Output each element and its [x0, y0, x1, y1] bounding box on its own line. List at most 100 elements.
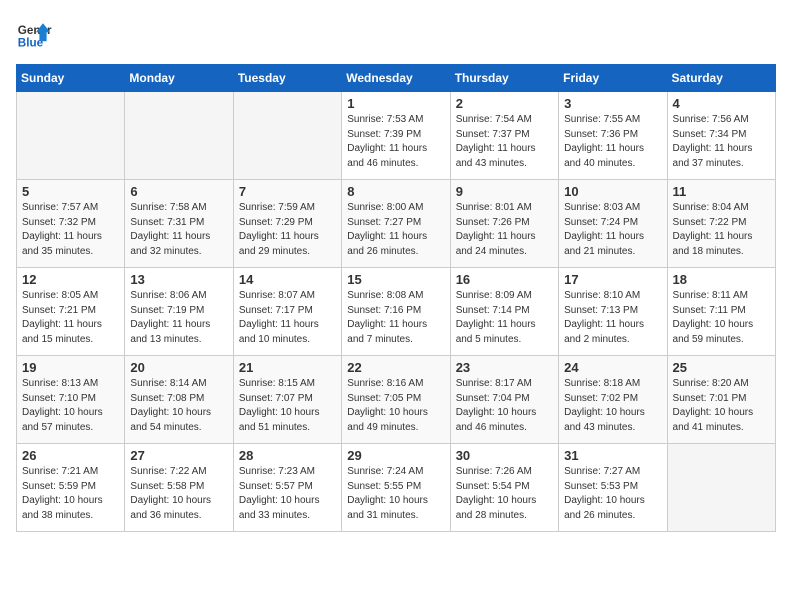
calendar-cell: 8 Sunrise: 8:00 AM Sunset: 7:27 PM Daylig… — [342, 180, 450, 268]
weekday-header-row: SundayMondayTuesdayWednesdayThursdayFrid… — [17, 65, 776, 92]
calendar-cell: 24 Sunrise: 8:18 AM Sunset: 7:02 PM Dayli… — [559, 356, 667, 444]
calendar-cell — [233, 92, 341, 180]
day-number: 3 — [564, 96, 661, 111]
calendar-cell — [125, 92, 233, 180]
day-info: Sunrise: 8:00 AM Sunset: 7:27 PM Dayligh… — [347, 201, 444, 259]
day-number: 17 — [564, 272, 661, 287]
calendar-cell: 3 Sunrise: 7:55 AM Sunset: 7:36 PM Daylig… — [559, 92, 667, 180]
calendar-cell: 21 Sunrise: 8:15 AM Sunset: 7:07 PM Dayli… — [233, 356, 341, 444]
calendar-cell: 9 Sunrise: 8:01 AM Sunset: 7:26 PM Daylig… — [450, 180, 558, 268]
day-number: 7 — [239, 184, 336, 199]
day-number: 2 — [456, 96, 553, 111]
calendar-cell: 11Sunrise: 8:04 AM Sunset: 7:22 PM Dayli… — [667, 180, 775, 268]
day-number: 13 — [130, 272, 227, 287]
day-info: Sunrise: 8:07 AM Sunset: 7:17 PM Dayligh… — [239, 289, 336, 347]
day-number: 10 — [564, 184, 661, 199]
day-number: 20 — [130, 360, 227, 375]
day-number: 21 — [239, 360, 336, 375]
day-number: 22 — [347, 360, 444, 375]
day-number: 8 — [347, 184, 444, 199]
weekday-header-monday: Monday — [125, 65, 233, 92]
weekday-header-thursday: Thursday — [450, 65, 558, 92]
day-info: Sunrise: 8:13 AM Sunset: 7:10 PM Dayligh… — [22, 377, 119, 435]
page-header: General Blue — [16, 16, 776, 52]
calendar-cell: 2 Sunrise: 7:54 AM Sunset: 7:37 PM Daylig… — [450, 92, 558, 180]
day-info: Sunrise: 7:59 AM Sunset: 7:29 PM Dayligh… — [239, 201, 336, 259]
calendar-table: SundayMondayTuesdayWednesdayThursdayFrid… — [16, 64, 776, 532]
day-info: Sunrise: 7:56 AM Sunset: 7:34 PM Dayligh… — [673, 113, 770, 171]
day-number: 18 — [673, 272, 770, 287]
day-number: 9 — [456, 184, 553, 199]
day-info: Sunrise: 7:27 AM Sunset: 5:53 PM Dayligh… — [564, 465, 661, 523]
weekday-header-sunday: Sunday — [17, 65, 125, 92]
weekday-header-saturday: Saturday — [667, 65, 775, 92]
calendar-cell: 20 Sunrise: 8:14 AM Sunset: 7:08 PM Dayli… — [125, 356, 233, 444]
calendar-cell: 12 Sunrise: 8:05 AM Sunset: 7:21 PM Dayli… — [17, 268, 125, 356]
day-info: Sunrise: 8:15 AM Sunset: 7:07 PM Dayligh… — [239, 377, 336, 435]
calendar-week-row: 1Sunrise: 7:53 AM Sunset: 7:39 PM Daylig… — [17, 92, 776, 180]
calendar-cell: 14 Sunrise: 8:07 AM Sunset: 7:17 PM Dayli… — [233, 268, 341, 356]
day-info: Sunrise: 7:24 AM Sunset: 5:55 PM Dayligh… — [347, 465, 444, 523]
calendar-cell: 28 Sunrise: 7:23 AM Sunset: 5:57 PM Dayli… — [233, 444, 341, 532]
day-number: 23 — [456, 360, 553, 375]
calendar-cell: 29 Sunrise: 7:24 AM Sunset: 5:55 PM Dayli… — [342, 444, 450, 532]
day-info: Sunrise: 7:22 AM Sunset: 5:58 PM Dayligh… — [130, 465, 227, 523]
day-info: Sunrise: 8:10 AM Sunset: 7:13 PM Dayligh… — [564, 289, 661, 347]
day-info: Sunrise: 8:06 AM Sunset: 7:19 PM Dayligh… — [130, 289, 227, 347]
day-number: 14 — [239, 272, 336, 287]
calendar-cell: 30Sunrise: 7:26 AM Sunset: 5:54 PM Dayli… — [450, 444, 558, 532]
day-info: Sunrise: 8:14 AM Sunset: 7:08 PM Dayligh… — [130, 377, 227, 435]
day-info: Sunrise: 8:18 AM Sunset: 7:02 PM Dayligh… — [564, 377, 661, 435]
day-number: 4 — [673, 96, 770, 111]
weekday-header-tuesday: Tuesday — [233, 65, 341, 92]
day-number: 6 — [130, 184, 227, 199]
day-number: 30 — [456, 448, 553, 463]
calendar-cell — [17, 92, 125, 180]
calendar-week-row: 19Sunrise: 8:13 AM Sunset: 7:10 PM Dayli… — [17, 356, 776, 444]
calendar-cell: 27Sunrise: 7:22 AM Sunset: 5:58 PM Dayli… — [125, 444, 233, 532]
calendar-cell: 7 Sunrise: 7:59 AM Sunset: 7:29 PM Daylig… — [233, 180, 341, 268]
calendar-cell — [667, 444, 775, 532]
logo-icon: General Blue — [16, 16, 52, 52]
calendar-cell: 4 Sunrise: 7:56 AM Sunset: 7:34 PM Daylig… — [667, 92, 775, 180]
calendar-cell: 19Sunrise: 8:13 AM Sunset: 7:10 PM Dayli… — [17, 356, 125, 444]
day-number: 25 — [673, 360, 770, 375]
day-number: 26 — [22, 448, 119, 463]
day-info: Sunrise: 8:01 AM Sunset: 7:26 PM Dayligh… — [456, 201, 553, 259]
day-number: 29 — [347, 448, 444, 463]
day-number: 1 — [347, 96, 444, 111]
calendar-week-row: 26 Sunrise: 7:21 AM Sunset: 5:59 PM Dayli… — [17, 444, 776, 532]
day-number: 16 — [456, 272, 553, 287]
day-number: 15 — [347, 272, 444, 287]
day-number: 5 — [22, 184, 119, 199]
calendar-cell: 18Sunrise: 8:11 AM Sunset: 7:11 PM Dayli… — [667, 268, 775, 356]
day-info: Sunrise: 8:05 AM Sunset: 7:21 PM Dayligh… — [22, 289, 119, 347]
calendar-cell: 26 Sunrise: 7:21 AM Sunset: 5:59 PM Dayli… — [17, 444, 125, 532]
calendar-cell: 23 Sunrise: 8:17 AM Sunset: 7:04 PM Dayli… — [450, 356, 558, 444]
calendar-week-row: 5Sunrise: 7:57 AM Sunset: 7:32 PM Daylig… — [17, 180, 776, 268]
day-info: Sunrise: 8:03 AM Sunset: 7:24 PM Dayligh… — [564, 201, 661, 259]
day-info: Sunrise: 8:09 AM Sunset: 7:14 PM Dayligh… — [456, 289, 553, 347]
calendar-cell: 15Sunrise: 8:08 AM Sunset: 7:16 PM Dayli… — [342, 268, 450, 356]
day-info: Sunrise: 7:54 AM Sunset: 7:37 PM Dayligh… — [456, 113, 553, 171]
day-info: Sunrise: 7:55 AM Sunset: 7:36 PM Dayligh… — [564, 113, 661, 171]
weekday-header-friday: Friday — [559, 65, 667, 92]
logo: General Blue — [16, 16, 52, 52]
day-number: 28 — [239, 448, 336, 463]
calendar-cell: 16 Sunrise: 8:09 AM Sunset: 7:14 PM Dayli… — [450, 268, 558, 356]
day-number: 12 — [22, 272, 119, 287]
day-info: Sunrise: 8:04 AM Sunset: 7:22 PM Dayligh… — [673, 201, 770, 259]
day-number: 31 — [564, 448, 661, 463]
weekday-header-wednesday: Wednesday — [342, 65, 450, 92]
day-info: Sunrise: 7:21 AM Sunset: 5:59 PM Dayligh… — [22, 465, 119, 523]
calendar-cell: 17 Sunrise: 8:10 AM Sunset: 7:13 PM Dayli… — [559, 268, 667, 356]
day-info: Sunrise: 7:58 AM Sunset: 7:31 PM Dayligh… — [130, 201, 227, 259]
calendar-cell: 10 Sunrise: 8:03 AM Sunset: 7:24 PM Dayli… — [559, 180, 667, 268]
calendar-cell: 1Sunrise: 7:53 AM Sunset: 7:39 PM Daylig… — [342, 92, 450, 180]
day-info: Sunrise: 8:17 AM Sunset: 7:04 PM Dayligh… — [456, 377, 553, 435]
day-info: Sunrise: 8:20 AM Sunset: 7:01 PM Dayligh… — [673, 377, 770, 435]
calendar-cell: 31 Sunrise: 7:27 AM Sunset: 5:53 PM Dayli… — [559, 444, 667, 532]
day-number: 24 — [564, 360, 661, 375]
day-info: Sunrise: 7:23 AM Sunset: 5:57 PM Dayligh… — [239, 465, 336, 523]
calendar-cell: 25 Sunrise: 8:20 AM Sunset: 7:01 PM Dayli… — [667, 356, 775, 444]
